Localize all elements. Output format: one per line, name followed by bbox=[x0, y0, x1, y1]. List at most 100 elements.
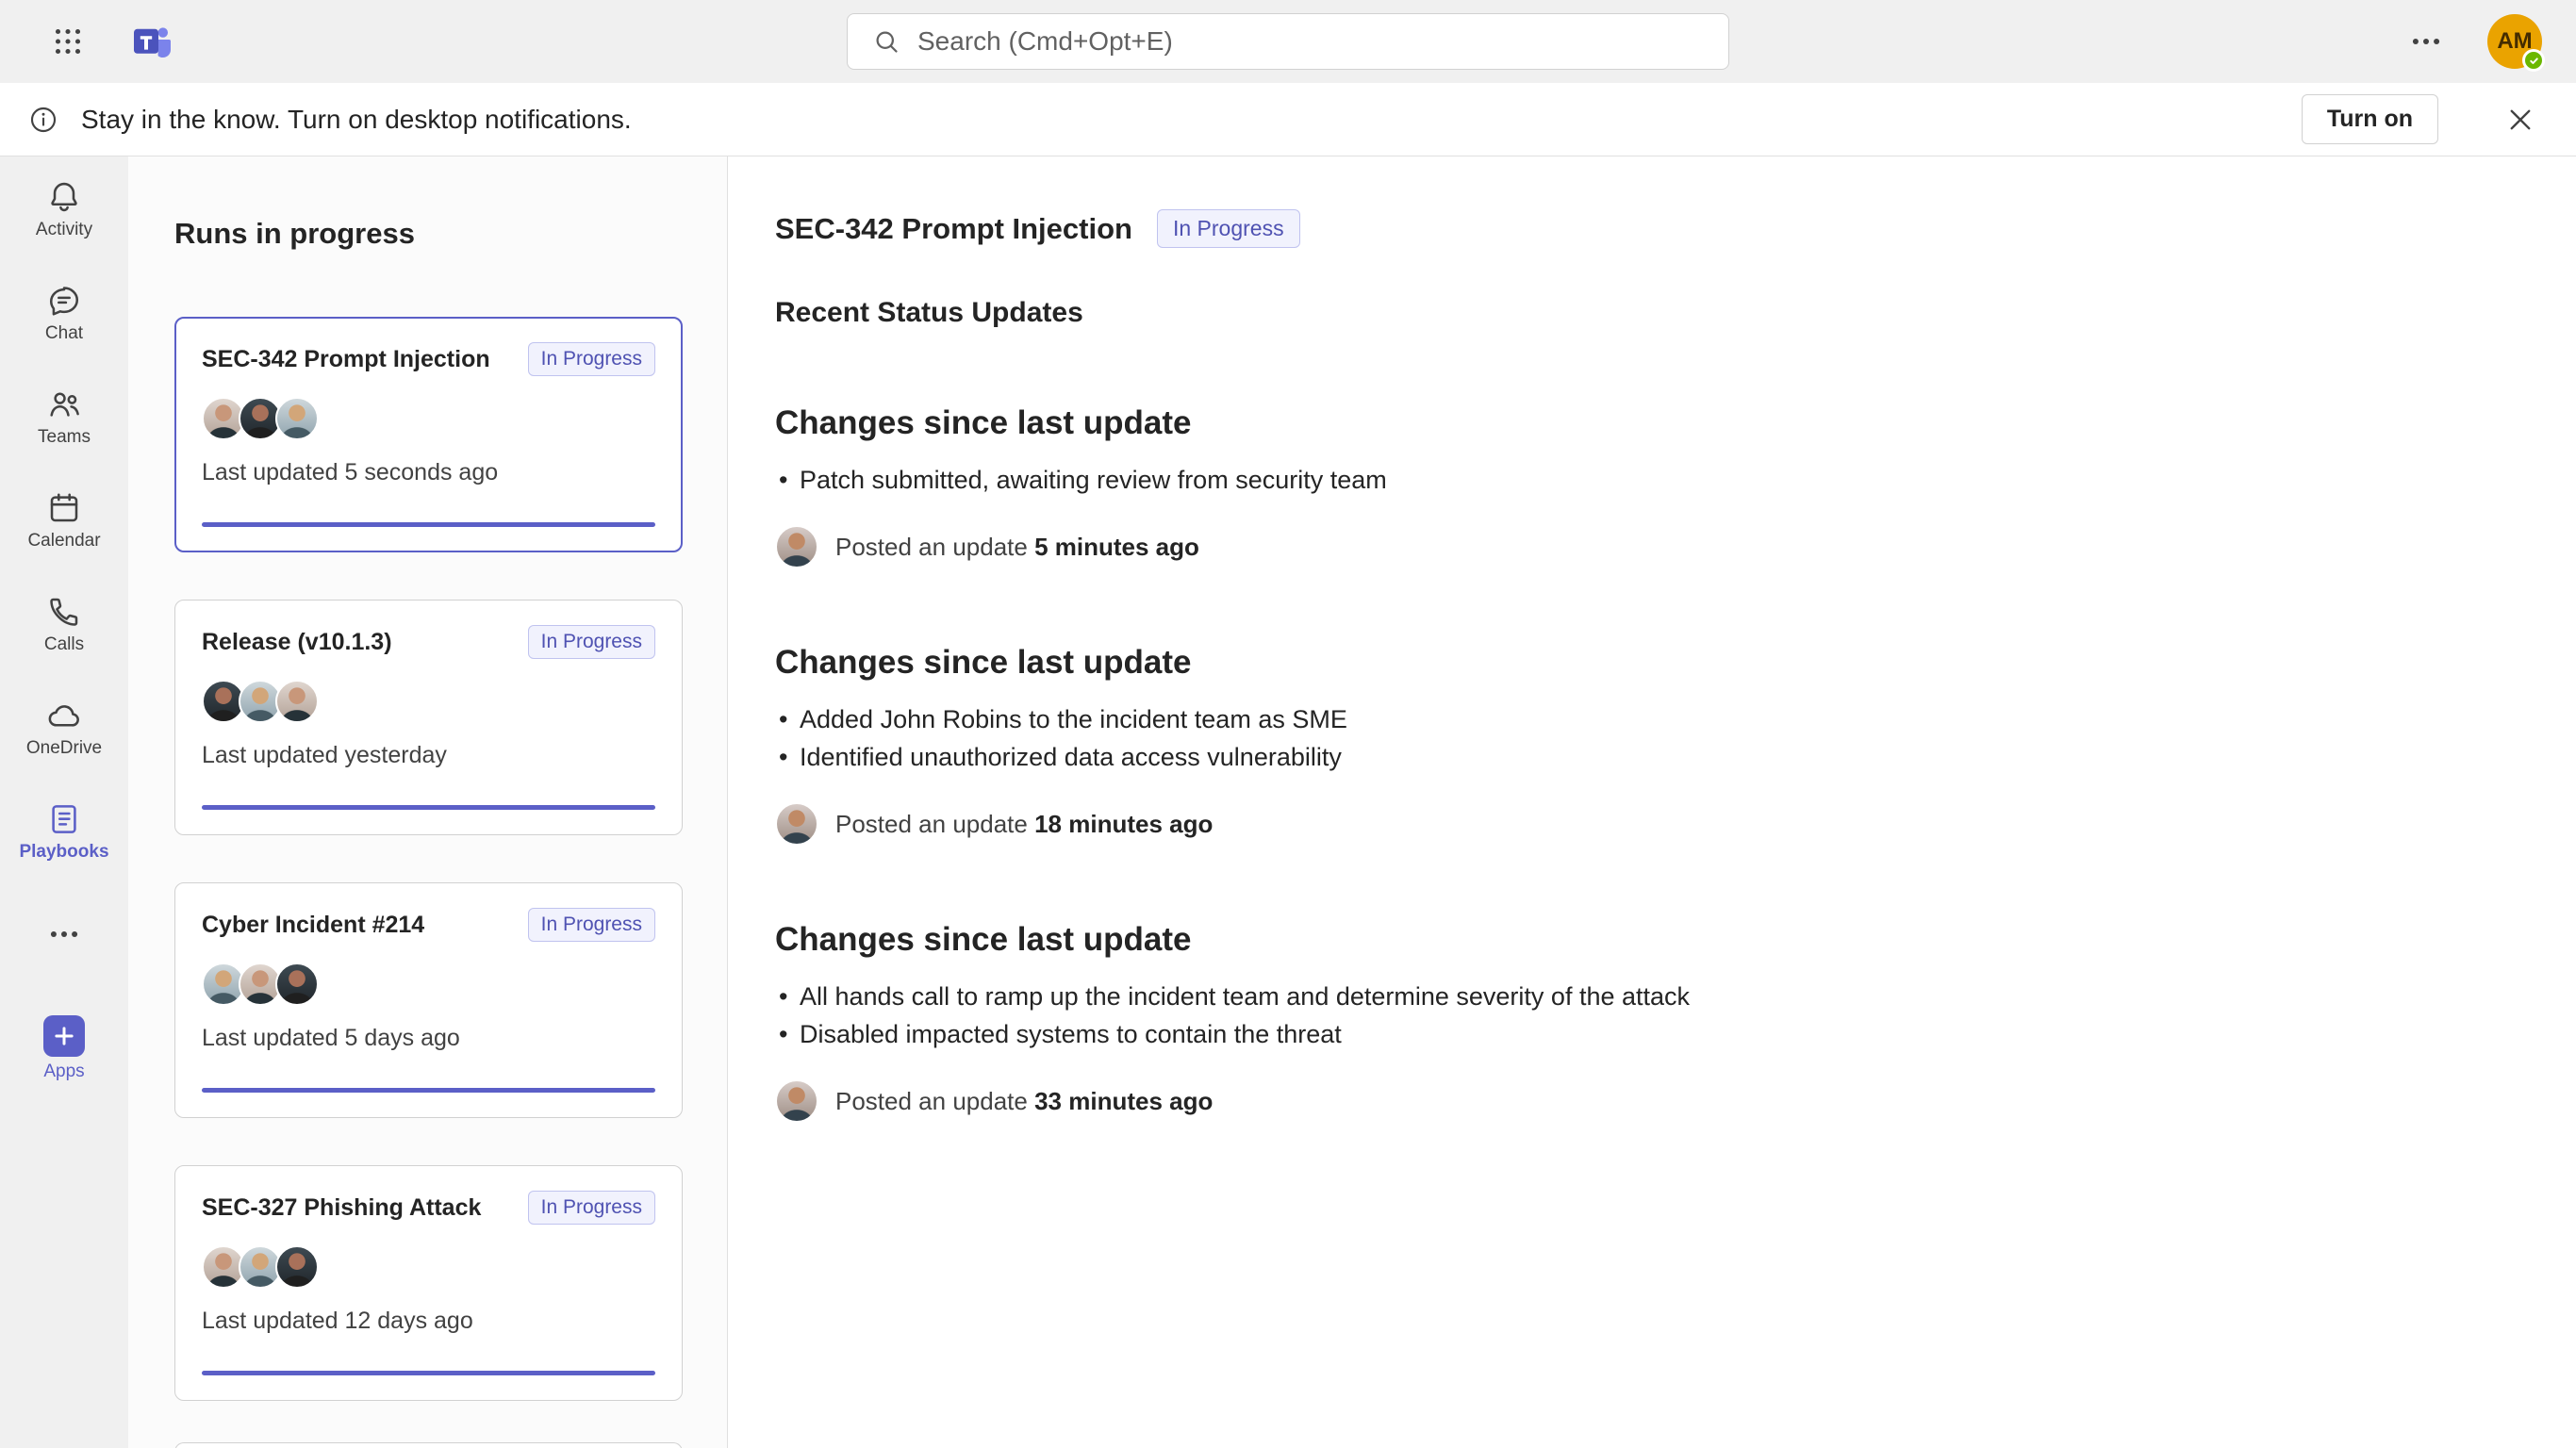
profile-avatar[interactable]: AM bbox=[2487, 14, 2542, 69]
progress-bar bbox=[202, 1371, 655, 1375]
app-rail: Activity Chat Teams Calendar bbox=[0, 156, 128, 1448]
run-card-title: Release (v10.1.3) bbox=[202, 629, 392, 656]
sidebar-item-more[interactable] bbox=[0, 901, 128, 967]
run-card[interactable]: SEC-342 Prompt Injection In Progress Las… bbox=[174, 317, 683, 552]
sidebar-item-apps[interactable]: Apps bbox=[0, 986, 128, 1109]
participant-avatars bbox=[202, 397, 655, 440]
status-badge: In Progress bbox=[528, 342, 655, 376]
calendar-icon bbox=[46, 490, 82, 526]
update-bullets: Added John Robins to the incident team a… bbox=[775, 700, 2519, 776]
banner-close-button[interactable] bbox=[2499, 98, 2542, 141]
run-detail-header: SEC-342 Prompt Injection In Progress bbox=[775, 209, 2519, 248]
progress-bar bbox=[202, 805, 655, 810]
close-icon bbox=[2504, 104, 2536, 136]
run-card-header: Release (v10.1.3) In Progress bbox=[202, 625, 655, 659]
participant-avatars bbox=[202, 680, 655, 723]
sidebar-item-onedrive[interactable]: OneDrive bbox=[0, 675, 128, 779]
section-title: Recent Status Updates bbox=[775, 297, 2519, 329]
search-input[interactable] bbox=[917, 26, 1704, 57]
posted-row: Posted an update 33 minutes ago bbox=[775, 1079, 2519, 1123]
sidebar-item-playbooks[interactable]: Playbooks bbox=[0, 779, 128, 882]
update-bullet: All hands call to ramp up the incident t… bbox=[775, 978, 2519, 1015]
posted-timestamp: 33 minutes ago bbox=[1034, 1087, 1213, 1115]
status-badge: In Progress bbox=[528, 625, 655, 659]
posted-prefix: Posted an update bbox=[835, 810, 1028, 838]
posted-prefix: Posted an update bbox=[835, 1087, 1028, 1115]
run-card-peek[interactable] bbox=[174, 1442, 683, 1448]
more-options-button[interactable] bbox=[2403, 18, 2450, 65]
banner-message: Stay in the know. Turn on desktop notifi… bbox=[81, 105, 632, 135]
update-bullets: Patch submitted, awaiting review from se… bbox=[775, 461, 2519, 499]
posted-text: Posted an update 5 minutes ago bbox=[835, 533, 1199, 562]
avatar bbox=[775, 1079, 818, 1123]
avatar bbox=[275, 1245, 319, 1289]
status-update: Changes since last update Added John Rob… bbox=[775, 644, 2519, 846]
info-icon bbox=[28, 105, 58, 135]
update-bullet: Identified unauthorized data access vuln… bbox=[775, 738, 2519, 776]
sidebar-item-calendar[interactable]: Calendar bbox=[0, 468, 128, 571]
topbar-right-cluster: AM bbox=[2403, 14, 2542, 69]
posted-text: Posted an update 18 minutes ago bbox=[835, 810, 1213, 839]
content-area: Activity Chat Teams Calendar bbox=[0, 156, 2576, 1448]
participant-avatars bbox=[202, 1245, 655, 1289]
runs-panel-title: Runs in progress bbox=[174, 217, 683, 251]
progress-bar bbox=[202, 1088, 655, 1093]
notebook-icon bbox=[46, 801, 82, 837]
sidebar-item-label: Calls bbox=[44, 635, 84, 653]
sidebar-item-label: OneDrive bbox=[26, 739, 102, 757]
update-bullets: All hands call to ramp up the incident t… bbox=[775, 978, 2519, 1053]
posted-timestamp: 18 minutes ago bbox=[1034, 810, 1213, 838]
update-heading: Changes since last update bbox=[775, 921, 2519, 959]
status-update: Changes since last update Patch submitte… bbox=[775, 404, 2519, 568]
participant-avatars bbox=[202, 963, 655, 1006]
avatar bbox=[275, 680, 319, 723]
people-icon bbox=[46, 387, 82, 422]
notification-banner: Stay in the know. Turn on desktop notifi… bbox=[0, 83, 2576, 156]
status-update: Changes since last update All hands call… bbox=[775, 921, 2519, 1123]
sidebar-item-label: Playbooks bbox=[19, 843, 108, 861]
avatar bbox=[275, 397, 319, 440]
search-bar[interactable] bbox=[847, 13, 1729, 70]
avatar bbox=[775, 802, 818, 846]
sidebar-item-label: Apps bbox=[43, 1062, 84, 1080]
status-badge: In Progress bbox=[528, 1191, 655, 1225]
sidebar-item-label: Teams bbox=[38, 428, 91, 446]
update-bullet: Disabled impacted systems to contain the… bbox=[775, 1015, 2519, 1053]
sidebar-item-label: Calendar bbox=[27, 532, 100, 550]
run-card-title: SEC-327 Phishing Attack bbox=[202, 1194, 481, 1222]
bell-icon bbox=[46, 179, 82, 215]
posted-row: Posted an update 18 minutes ago bbox=[775, 802, 2519, 846]
search-icon bbox=[872, 27, 900, 56]
sidebar-item-label: Activity bbox=[36, 221, 92, 239]
run-card-header: Cyber Incident #214 In Progress bbox=[202, 908, 655, 942]
update-heading: Changes since last update bbox=[775, 404, 2519, 442]
run-card-header: SEC-327 Phishing Attack In Progress bbox=[202, 1191, 655, 1225]
phone-icon bbox=[46, 594, 82, 630]
chat-bubble-icon bbox=[46, 283, 82, 319]
more-horizontal-icon bbox=[46, 916, 82, 952]
update-bullet: Patch submitted, awaiting review from se… bbox=[775, 461, 2519, 499]
run-card-updated: Last updated 12 days ago bbox=[202, 1308, 655, 1335]
run-card-header: SEC-342 Prompt Injection In Progress bbox=[202, 342, 655, 376]
update-bullet: Added John Robins to the incident team a… bbox=[775, 700, 2519, 738]
run-card[interactable]: Release (v10.1.3) In Progress Last updat… bbox=[174, 600, 683, 835]
sidebar-item-teams[interactable]: Teams bbox=[0, 364, 128, 468]
presence-available-icon bbox=[2522, 49, 2545, 72]
run-detail-pane: SEC-342 Prompt Injection In Progress Rec… bbox=[728, 156, 2576, 1448]
posted-timestamp: 5 minutes ago bbox=[1034, 533, 1199, 561]
cloud-icon bbox=[46, 698, 82, 733]
avatar bbox=[775, 525, 818, 568]
sidebar-item-label: Chat bbox=[45, 324, 83, 342]
sidebar-item-calls[interactable]: Calls bbox=[0, 571, 128, 675]
run-card-updated: Last updated 5 days ago bbox=[202, 1025, 655, 1052]
avatar bbox=[275, 963, 319, 1006]
run-card-title: Cyber Incident #214 bbox=[202, 912, 424, 939]
run-card[interactable]: SEC-327 Phishing Attack In Progress Last… bbox=[174, 1165, 683, 1401]
run-card[interactable]: Cyber Incident #214 In Progress Last upd… bbox=[174, 882, 683, 1118]
app-launcher-button[interactable] bbox=[45, 19, 91, 64]
sidebar-item-activity[interactable]: Activity bbox=[0, 156, 128, 260]
sidebar-item-chat[interactable]: Chat bbox=[0, 260, 128, 364]
turn-on-button[interactable]: Turn on bbox=[2302, 94, 2438, 144]
posted-text: Posted an update 33 minutes ago bbox=[835, 1087, 1213, 1116]
runs-panel: Runs in progress SEC-342 Prompt Injectio… bbox=[128, 156, 728, 1448]
